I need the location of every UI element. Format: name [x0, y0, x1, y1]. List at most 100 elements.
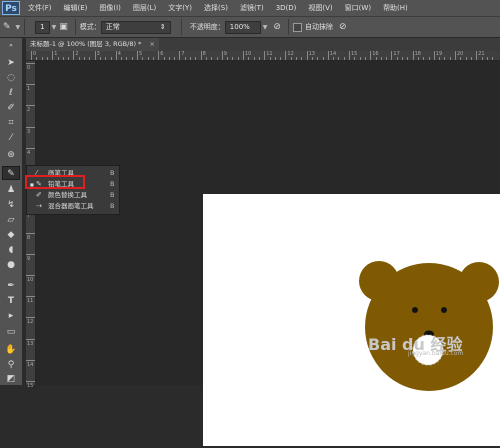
flyout-item-color-replacement-tool[interactable]: ✐ 颜色替换工具 B [27, 190, 119, 201]
ruler-subtick [216, 57, 218, 60]
hand-tool-icon[interactable]: ✋ [2, 343, 20, 357]
dodge-tool-icon[interactable]: ● [2, 258, 20, 272]
opacity-field[interactable]: 100% [224, 20, 261, 34]
menu-layer[interactable]: 图层(L) [133, 3, 156, 13]
pen-tool-icon[interactable]: ✒ [2, 279, 20, 293]
tool-preset-pencil-icon[interactable]: ✎ [3, 22, 11, 32]
document-tab[interactable]: 未标题-1 @ 100% (图层 3, RGB/8) * × [26, 38, 159, 51]
flyout-item-shortcut: B [110, 191, 115, 199]
ruler-tick [179, 51, 181, 60]
ruler-subtick [253, 57, 255, 60]
menu-3d[interactable]: 3D(D) [276, 4, 297, 12]
flyout-item-label: 颜色替换工具 [48, 191, 87, 199]
ruler-subtick [174, 57, 176, 60]
ruler-subtick [126, 57, 128, 60]
ruler-tick [137, 51, 138, 60]
mode-label: 模式： [79, 23, 101, 31]
move-tool-icon[interactable]: ➤ [2, 56, 20, 70]
brush-picker-caret-icon[interactable]: ▼ [52, 24, 57, 31]
history-brush-tool-icon[interactable]: ↯ [2, 198, 20, 212]
menu-filter[interactable]: 滤镜(T) [240, 3, 264, 13]
pressure-size-icon[interactable]: ⊘ [339, 22, 347, 32]
ruler-number: 12 [27, 319, 34, 326]
menu-select[interactable]: 选择(S) [204, 3, 228, 13]
ruler-horizontal[interactable]: 0 1 2 3 4 5 6 7 8 9 10 11 12 13 14 15 16 17 18 19 20 21 [26, 51, 500, 61]
ruler-subtick [168, 57, 170, 60]
ruler-tick [26, 275, 35, 276]
ruler-tick [26, 359, 35, 361]
ruler-tick [327, 51, 329, 60]
photoshop-logo: Ps [2, 1, 20, 15]
default-colors-icon[interactable]: ◩ [2, 372, 20, 386]
flyout-item-shortcut: B [110, 169, 115, 177]
menu-image[interactable]: 图像(I) [99, 3, 121, 13]
ruler-subtick [163, 57, 165, 60]
bear-left-eye [412, 307, 418, 313]
rectangle-tool-icon[interactable]: ▭ [2, 325, 20, 339]
ruler-vertical[interactable]: 0123456789101112131415 [26, 61, 36, 389]
ruler-number: 10 [27, 277, 34, 283]
auto-erase-checkbox[interactable] [292, 22, 302, 32]
ruler-number: 14 [27, 361, 34, 368]
marquee-tool-icon[interactable]: ◌ [2, 71, 20, 85]
ruler-number: 2 [27, 107, 31, 114]
menu-type[interactable]: 文字(Y) [168, 3, 192, 13]
ruler-tick [73, 51, 75, 60]
menu-view[interactable]: 视图(V) [308, 3, 332, 13]
color-replacement-icon: ✐ [36, 191, 42, 199]
flyout-item-mixer-brush-tool[interactable]: ⇢ 混合器画笔工具 B [27, 201, 119, 212]
spot-healing-tool-icon[interactable]: ⊛ [2, 148, 20, 162]
menu-window[interactable]: 窗口(W) [345, 3, 371, 13]
ruler-subtick [195, 57, 197, 60]
ruler-subtick [354, 57, 356, 60]
path-selection-tool-icon[interactable]: ▸ [2, 309, 20, 323]
ruler-subtick [317, 57, 319, 60]
menu-file[interactable]: 文件(F) [28, 3, 52, 13]
type-tool-icon[interactable]: T [2, 294, 20, 308]
eraser-tool-icon[interactable]: ▱ [2, 213, 20, 227]
opacity-caret-icon[interactable]: ▼ [263, 24, 268, 31]
ruler-tick [476, 51, 478, 60]
blur-tool-icon[interactable]: ◖ [2, 243, 20, 257]
ruler-subtick [78, 57, 80, 60]
lasso-tool-icon[interactable]: ℓ [2, 86, 20, 100]
crop-tool-icon[interactable]: ⌗ [2, 116, 20, 130]
pencil-tool-icon[interactable]: ✎ [2, 166, 20, 180]
document-canvas[interactable] [203, 194, 500, 446]
ruler-tick [52, 51, 54, 60]
quick-selection-tool-icon[interactable]: ✐ [2, 101, 20, 115]
menu-edit[interactable]: 编辑(E) [64, 3, 88, 13]
ruler-subtick [84, 57, 85, 60]
opacity-label: 不透明度： [189, 23, 225, 31]
ruler-tick [412, 51, 414, 60]
menu-help[interactable]: 帮助(H) [383, 3, 408, 13]
ruler-subtick [375, 57, 377, 60]
ruler-subtick [486, 57, 488, 60]
clone-stamp-tool-icon[interactable]: ♟ [2, 183, 20, 197]
divider [24, 19, 26, 35]
paint-bucket-tool-icon[interactable]: ◆ [2, 228, 20, 242]
ruler-tick [391, 51, 393, 60]
pressure-opacity-icon[interactable]: ⊘ [273, 22, 281, 32]
ruler-subtick [301, 57, 303, 60]
eyedropper-tool-icon[interactable]: ⁄ [2, 131, 20, 145]
panel-collapse-icon[interactable]: » [2, 42, 20, 50]
zoom-tool-icon[interactable]: ⚲ [2, 358, 20, 372]
brush-size-field[interactable]: 1 [35, 20, 50, 34]
ruler-subtick [68, 57, 70, 60]
tool-preset-caret-icon[interactable]: ▼ [16, 24, 21, 31]
ruler-subtick [290, 57, 292, 60]
ruler-subtick [110, 57, 112, 60]
brush-panel-toggle-icon[interactable]: ▣ [59, 22, 68, 32]
ruler-subtick [296, 57, 297, 60]
ruler-tick [26, 147, 35, 149]
flyout-item-label: 混合器画笔工具 [48, 202, 94, 210]
ruler-number: 9 [27, 255, 31, 262]
ruler-tick [26, 126, 35, 128]
ruler-subtick [338, 57, 340, 60]
ruler-subtick [232, 57, 234, 60]
close-icon[interactable]: × [150, 38, 155, 51]
divider [287, 19, 289, 35]
divider [180, 19, 182, 35]
mode-select[interactable]: 正常 ⇕ [100, 20, 171, 34]
